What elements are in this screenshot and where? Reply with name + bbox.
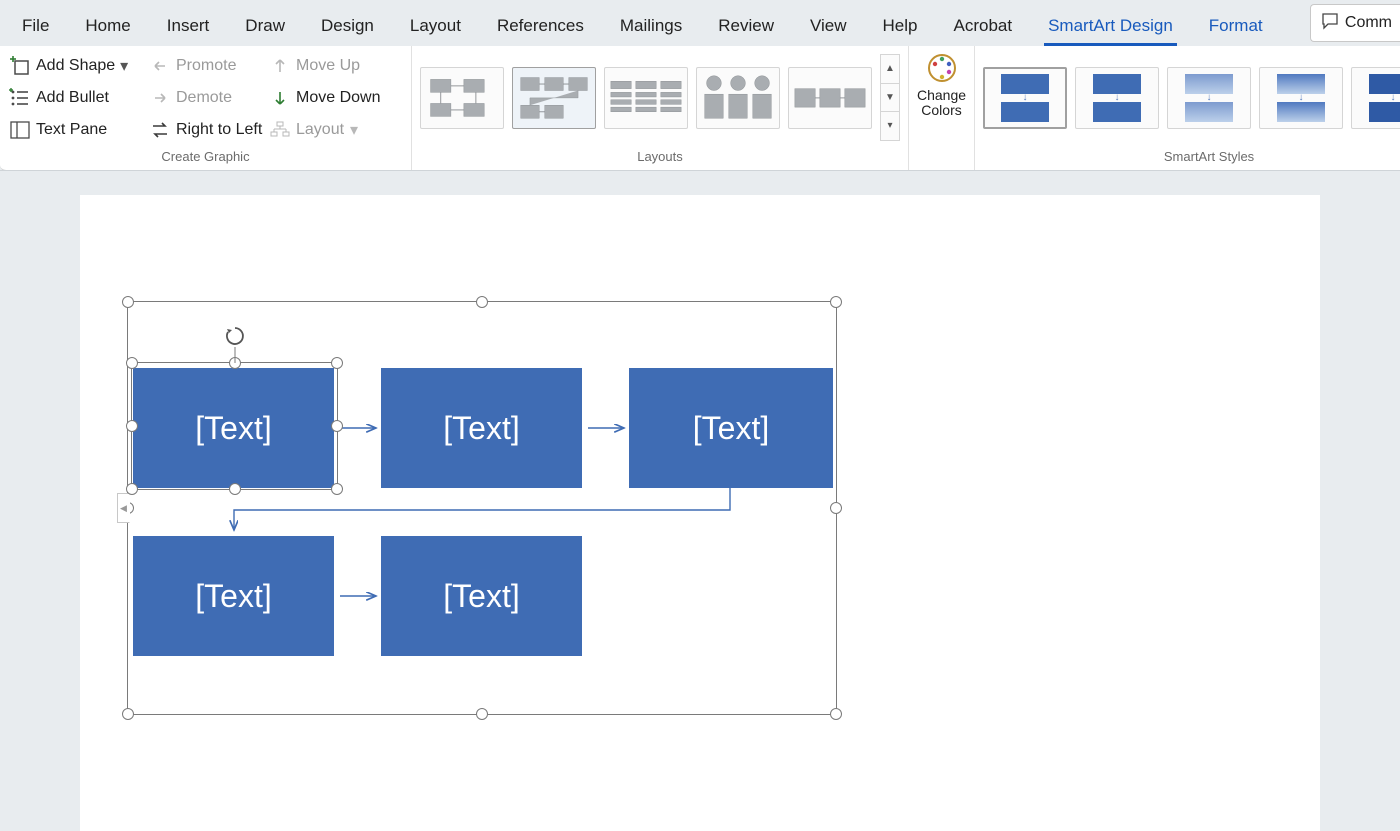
style-thumb-1[interactable]: ↓ xyxy=(983,67,1067,129)
group-layouts: ▲ ▼ ▾ Layouts xyxy=(412,46,909,170)
change-colors-icon xyxy=(924,50,960,86)
shape-handle-bc[interactable] xyxy=(229,483,241,495)
layout-dropdown-icon: ▾ xyxy=(350,120,358,140)
tab-design[interactable]: Design xyxy=(303,8,392,46)
tab-mailings[interactable]: Mailings xyxy=(602,8,700,46)
layout-thumb-1[interactable] xyxy=(420,67,504,129)
selected-shape-frame[interactable] xyxy=(131,362,338,490)
change-colors-button[interactable]: Change Colors xyxy=(917,50,966,119)
demote-button[interactable]: Demote xyxy=(148,82,268,114)
group-change-colors: Change Colors xyxy=(909,46,975,170)
tab-smartart-design[interactable]: SmartArt Design xyxy=(1030,8,1191,46)
style-thumb-3[interactable]: ↓ xyxy=(1167,67,1251,129)
move-up-button[interactable]: Move Up xyxy=(268,50,403,82)
layouts-group-label: Layouts xyxy=(420,149,900,168)
promote-icon xyxy=(150,56,170,76)
right-to-left-button[interactable]: Right to Left xyxy=(148,114,268,146)
text-pane-icon xyxy=(10,120,30,140)
smartart-shape-3[interactable]: [Text] xyxy=(629,368,833,488)
promote-button[interactable]: Promote xyxy=(148,50,268,82)
tab-home[interactable]: Home xyxy=(67,8,148,46)
comment-icon xyxy=(1321,12,1339,35)
layout-btn-label: Layout xyxy=(296,121,344,139)
rotate-handle[interactable] xyxy=(224,325,246,347)
move-down-label: Move Down xyxy=(296,89,380,107)
shape-handle-ml[interactable] xyxy=(126,420,138,432)
shape-handle-br[interactable] xyxy=(331,483,343,495)
group-create-graphic: Add Shape ▾ Promote Move Up xyxy=(0,46,412,170)
smartart-shape-2[interactable]: [Text] xyxy=(381,368,582,488)
layout-icon xyxy=(270,120,290,140)
comments-label: Comm xyxy=(1345,14,1392,32)
demote-icon xyxy=(150,88,170,108)
document-page[interactable]: ◀ [Text][Text][Text][Text][Text] xyxy=(80,195,1320,831)
promote-label: Promote xyxy=(176,57,236,75)
document-area: ◀ [Text][Text][Text][Text][Text] xyxy=(0,170,1400,831)
text-pane-label: Text Pane xyxy=(36,121,107,139)
comments-button[interactable]: Comm xyxy=(1310,4,1400,42)
smartart-styles-label: SmartArt Styles xyxy=(983,149,1400,168)
tab-format[interactable]: Format xyxy=(1191,8,1281,46)
shape-handle-mr[interactable] xyxy=(331,420,343,432)
tab-references[interactable]: References xyxy=(479,8,602,46)
add-bullet-label: Add Bullet xyxy=(36,89,109,107)
tab-help[interactable]: Help xyxy=(865,8,936,46)
style-thumb-2[interactable]: ↓ xyxy=(1075,67,1159,129)
smartart-shape-5[interactable]: [Text] xyxy=(381,536,582,656)
style-thumb-4[interactable]: ↓ xyxy=(1259,67,1343,129)
layout-scroll-up[interactable]: ▲ xyxy=(880,54,900,84)
add-shape-label: Add Shape xyxy=(36,57,115,75)
add-shape-dropdown[interactable]: ▾ xyxy=(117,56,131,76)
style-thumb-5[interactable]: ↓ xyxy=(1351,67,1400,129)
add-shape-button[interactable]: Add Shape ▾ xyxy=(8,50,148,82)
layout-scroll-down[interactable]: ▼ xyxy=(880,84,900,113)
smartart-shape-4[interactable]: [Text] xyxy=(133,536,334,656)
shape-handle-tr[interactable] xyxy=(331,357,343,369)
shape-handle-bl[interactable] xyxy=(126,483,138,495)
tab-view[interactable]: View xyxy=(792,8,865,46)
tab-insert[interactable]: Insert xyxy=(149,8,228,46)
menu-bar: File Home Insert Draw Design Layout Refe… xyxy=(0,0,1400,46)
shape-handle-tl[interactable] xyxy=(126,357,138,369)
tab-layout[interactable]: Layout xyxy=(392,8,479,46)
tab-review[interactable]: Review xyxy=(700,8,792,46)
move-up-icon xyxy=(270,56,290,76)
layout-button[interactable]: Layout ▾ xyxy=(268,114,403,146)
tab-draw[interactable]: Draw xyxy=(227,8,303,46)
add-bullet-icon xyxy=(10,88,30,108)
add-shape-icon xyxy=(10,56,30,76)
layout-scroll-more[interactable]: ▾ xyxy=(880,112,900,141)
right-to-left-icon xyxy=(150,120,170,140)
change-colors-label: Change Colors xyxy=(917,88,966,119)
demote-label: Demote xyxy=(176,89,232,107)
text-pane-button[interactable]: Text Pane xyxy=(8,114,148,146)
ribbon: Add Shape ▾ Promote Move Up xyxy=(0,46,1400,171)
group-smartart-styles: ↓↓↓↓↓ SmartArt Styles xyxy=(975,46,1400,170)
layout-thumb-4[interactable] xyxy=(696,67,780,129)
tab-acrobat[interactable]: Acrobat xyxy=(936,8,1031,46)
move-down-button[interactable]: Move Down xyxy=(268,82,403,114)
create-graphic-label: Create Graphic xyxy=(8,149,403,168)
add-bullet-button[interactable]: Add Bullet xyxy=(8,82,148,114)
layout-thumb-3[interactable] xyxy=(604,67,688,129)
right-to-left-label: Right to Left xyxy=(176,121,262,139)
smartart-frame[interactable]: ◀ [Text][Text][Text][Text][Text] xyxy=(127,301,837,715)
move-down-icon xyxy=(270,88,290,108)
layout-gallery-scroll: ▲ ▼ ▾ xyxy=(880,54,900,141)
tab-file[interactable]: File xyxy=(4,8,67,46)
layout-thumb-2[interactable] xyxy=(512,67,596,129)
layout-thumb-5[interactable] xyxy=(788,67,872,129)
move-up-label: Move Up xyxy=(296,57,360,75)
